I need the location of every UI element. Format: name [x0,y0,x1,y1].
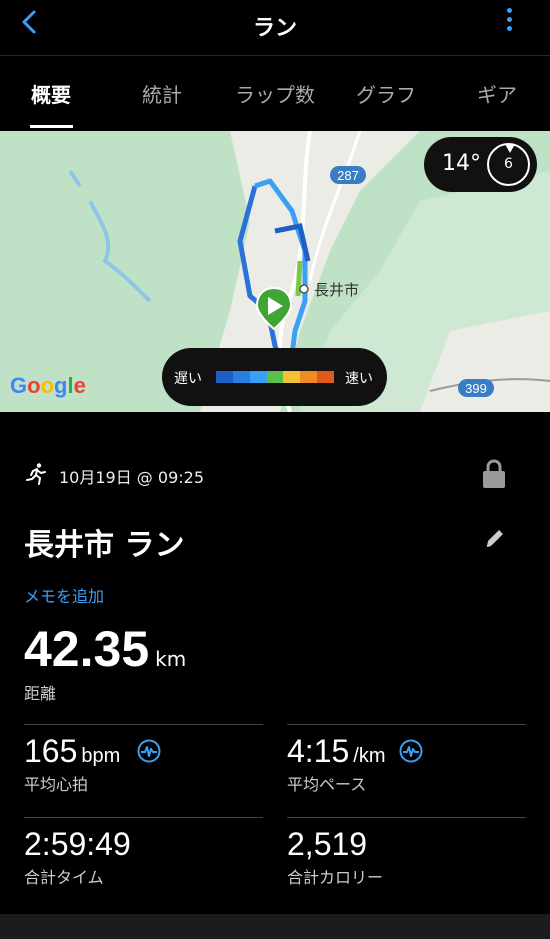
pace-chart-icon[interactable] [399,739,423,763]
divider [287,724,526,725]
more-vertical-icon[interactable] [504,8,514,38]
tab-gear[interactable]: ギア [477,79,517,108]
avg-pace-unit: /km [353,745,386,767]
avg-heart-rate-unit: bpm [81,745,121,767]
distance-label: 距離 [24,684,57,703]
divider [24,724,263,725]
active-tab-indicator [30,125,73,128]
tab-graph[interactable]: グラフ [356,79,416,108]
tab-bar: 概要 統計 ラップ数 グラフ ギア [0,57,550,130]
road-badge-287: 287 [337,168,359,183]
speed-legend-slow: 遅い [174,371,202,387]
distance-unit: km [155,647,187,671]
divider [24,817,263,818]
total-calories-label: 合計カロリー [287,868,384,887]
avg-heart-rate-number: 165 [24,733,78,769]
distance-value: 42.35 km [24,620,186,678]
divider [287,817,526,818]
running-icon [26,463,46,485]
temperature: 14° [442,151,481,176]
map-place-label: 長井市 [314,282,359,299]
total-time-label: 合計タイム [24,868,104,887]
speed-legend: 遅い 速い [162,348,387,406]
tab-stats[interactable]: 統計 [142,79,182,108]
total-calories-value: 2,519 [287,826,367,863]
next-section-edge [0,914,550,939]
total-time-number: 2:59:49 [24,826,131,862]
lock-icon[interactable] [482,459,506,488]
total-time-value: 2:59:49 [24,826,131,863]
road-badge-399: 399 [465,381,487,396]
avg-pace-label: 平均ペース [287,775,367,794]
distance-number: 42.35 [24,621,150,677]
weather-widget: 14° 6 [424,137,537,192]
speed-legend-fast: 速い [345,371,373,387]
tab-overview[interactable]: 概要 [31,79,71,108]
total-calories-number: 2,519 [287,826,368,862]
heart-rate-icon[interactable] [137,739,161,763]
google-logo: Google [10,373,86,398]
activity-datetime: 10月19日 @ 09:25 [59,468,205,487]
page-title: ラン [252,16,297,41]
activity-name: 長井市 ラン [24,528,185,563]
avg-heart-rate-value: 165 bpm [24,733,120,770]
add-note-link[interactable]: メモを追加 [24,583,104,607]
tab-laps[interactable]: ラップ数 [235,79,315,108]
top-bar: ラン [0,0,550,56]
avg-pace-number: 4:15 [287,733,350,769]
wind-speed: 6 [504,156,513,172]
wind-dial-icon: 6 [487,143,530,186]
avg-pace-value: 4:15/km [287,733,386,770]
avg-heart-rate-label: 平均心拍 [24,775,89,794]
pencil-icon[interactable] [484,527,506,549]
speed-color-scale [216,371,335,383]
